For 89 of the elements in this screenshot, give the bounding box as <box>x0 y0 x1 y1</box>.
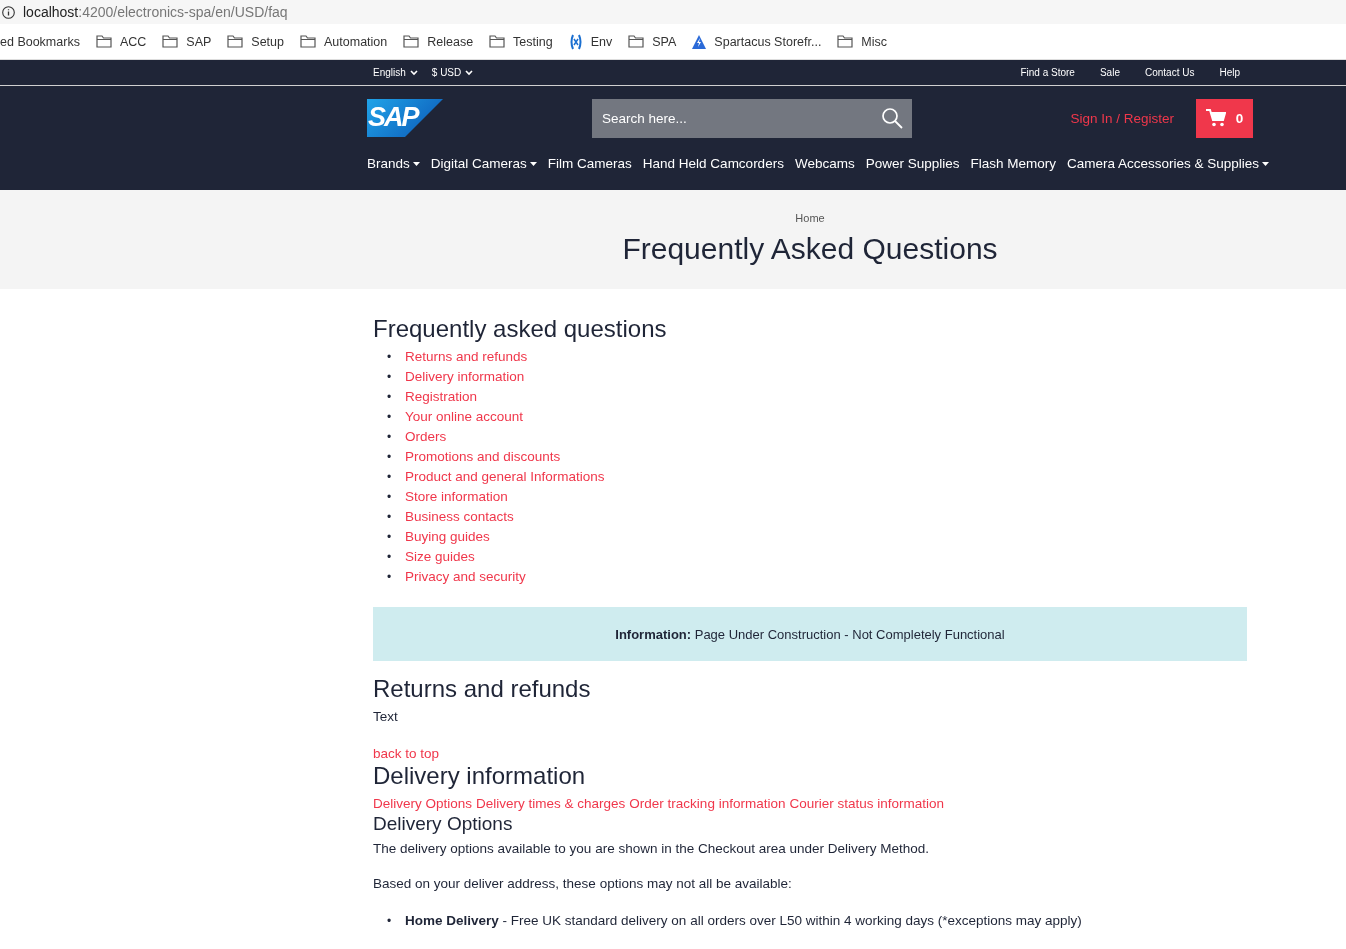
nav-link[interactable]: Camera Accessories & Supplies <box>1067 156 1270 171</box>
folder-icon <box>403 35 420 48</box>
section-text: Text <box>373 709 399 724</box>
faq-link[interactable]: Returns and refunds <box>405 347 528 367</box>
faq-link[interactable]: Promotions and discounts <box>405 447 561 467</box>
bullet-marker: • <box>387 449 393 466</box>
bookmark-item[interactable]: ed Bookmarks <box>0 34 80 49</box>
bracket-icon <box>568 33 583 50</box>
nav-link[interactable]: Webcams <box>794 156 855 171</box>
faq-heading: Frequently asked questions <box>373 315 668 343</box>
bullet-marker: • <box>387 509 393 526</box>
section-heading: Returns and refunds <box>373 675 592 703</box>
folder-icon <box>837 35 854 48</box>
folder-icon <box>628 35 645 48</box>
bullet-text: Home Delivery - Free UK standard delivery on all orders over L50 within 4 working days (*exceptions may apply) <box>405 912 1082 930</box>
bookmark-item[interactable]: SAP <box>186 34 212 49</box>
anchor-link[interactable]: Order tracking information <box>629 796 786 811</box>
bullet-marker: • <box>387 369 393 386</box>
bullet-marker: • <box>387 489 393 506</box>
nav-link[interactable]: Flash Memory <box>970 156 1056 171</box>
utility-link[interactable]: Contact Us <box>1144 67 1195 78</box>
cart-button[interactable]: 0 <box>1196 98 1253 138</box>
bullet-marker: • <box>387 549 393 566</box>
bullet-marker: • <box>387 529 393 546</box>
search-icon[interactable] <box>881 106 903 129</box>
bookmark-item[interactable]: SPA <box>652 34 677 49</box>
caret-icon <box>1262 161 1270 166</box>
nav-link[interactable]: Digital Cameras <box>430 156 537 171</box>
bullet-marker: • <box>387 569 393 586</box>
bullet-marker: • <box>387 469 393 486</box>
faq-link[interactable]: Orders <box>405 427 447 447</box>
faq-link[interactable]: Registration <box>405 387 478 407</box>
currency-selector[interactable]: $ USD <box>431 67 462 78</box>
bullet-marker: • <box>387 913 393 930</box>
caret-icon <box>529 161 537 166</box>
bookmark-item[interactable]: Misc <box>861 34 888 49</box>
faq-link[interactable]: Size guides <box>405 547 475 567</box>
utility-link[interactable]: Sale <box>1099 67 1120 78</box>
search-field[interactable]: Search here... <box>592 98 912 138</box>
folder-icon <box>227 35 244 48</box>
folder-icon <box>162 35 179 48</box>
nav-link[interactable]: Brands <box>367 156 420 171</box>
faq-link[interactable]: Business contacts <box>405 507 514 527</box>
cart-icon <box>1205 109 1226 127</box>
bullet-marker: • <box>387 389 393 406</box>
section-heading: Delivery information <box>373 762 587 790</box>
sign-in-link[interactable]: Sign In / Register <box>1070 110 1174 126</box>
faq-link[interactable]: Buying guides <box>405 527 490 547</box>
info-icon[interactable] <box>2 5 15 19</box>
faq-link[interactable]: Store information <box>405 487 508 507</box>
address-url[interactable]: localhost:4200/electronics-spa/en/USD/faq <box>23 4 288 20</box>
bullet-marker: • <box>387 409 393 426</box>
bookmark-item[interactable]: Automation <box>324 34 388 49</box>
utility-link[interactable]: Find a Store <box>1020 67 1075 78</box>
folder-icon <box>489 35 506 48</box>
folder-icon <box>95 35 112 48</box>
back-to-top-link[interactable]: back to top <box>373 746 440 761</box>
subsection-heading: Delivery Options <box>373 813 514 835</box>
bullet-marker: • <box>387 429 393 446</box>
caret-icon <box>412 161 420 166</box>
logo[interactable]: SAP <box>367 99 443 137</box>
page-title: Frequently Asked Questions <box>622 232 998 266</box>
nav-link[interactable]: Hand Held Camcorders <box>642 156 784 171</box>
info-notice: Information: Page Under Construction - Not Completely Functional <box>373 607 1247 661</box>
language-selector[interactable]: English <box>373 67 406 78</box>
bookmark-item[interactable]: Release <box>427 34 474 49</box>
anchor-link[interactable]: Delivery Options <box>373 796 473 811</box>
bookmark-item[interactable]: ACC <box>119 34 147 49</box>
faq-link[interactable]: Privacy and security <box>405 567 526 587</box>
chevron-icon <box>409 69 418 76</box>
paragraph: The delivery options available to you are shown in the Checkout area under Delivery Method. <box>373 841 931 856</box>
folder-icon <box>300 35 316 48</box>
bookmark-item[interactable]: Spartacus Storefr... <box>714 34 822 49</box>
anchor-link[interactable]: Courier status information <box>789 796 944 811</box>
bookmark-item[interactable]: Setup <box>251 34 284 49</box>
faq-link[interactable]: Delivery information <box>405 367 525 387</box>
bookmark-item[interactable]: Env <box>590 34 613 49</box>
nav-link[interactable]: Film Cameras <box>547 156 632 171</box>
bolt-icon <box>692 34 707 49</box>
faq-link[interactable]: Your online account <box>405 407 524 427</box>
breadcrumb-link[interactable]: Home <box>795 212 825 224</box>
anchor-link[interactable]: Delivery times & charges <box>476 796 626 811</box>
utility-link[interactable]: Help <box>1219 67 1240 78</box>
chevron-icon <box>465 69 474 76</box>
faq-link[interactable]: Product and general Informations <box>405 467 605 487</box>
paragraph: Based on your deliver address, these options may not all be available: <box>373 876 793 891</box>
bullet-marker: • <box>387 349 393 366</box>
bookmark-item[interactable]: Testing <box>513 34 553 49</box>
nav-link[interactable]: Power Supplies <box>865 156 960 171</box>
